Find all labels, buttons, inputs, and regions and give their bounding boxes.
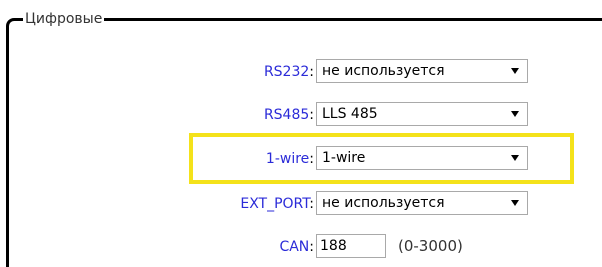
field-row-rs485: RS485: LLS 485 [0, 102, 602, 128]
rs232-label-colon: : [309, 64, 314, 80]
field-row-ext-port: EXT_PORT: не используется [0, 191, 602, 217]
can-label-colon: : [309, 239, 314, 255]
rs485-label: RS485: [264, 106, 314, 124]
chevron-down-icon [511, 68, 519, 74]
can-input-value: 188 [320, 238, 347, 254]
ext-port-select-value: не используется [322, 195, 445, 211]
chevron-down-icon [511, 200, 519, 206]
can-input[interactable]: 188 [316, 234, 386, 258]
rs485-select[interactable]: LLS 485 [316, 102, 528, 126]
rs232-select[interactable]: не используется [316, 59, 528, 83]
rs485-label-colon: : [309, 107, 314, 123]
ext-port-label-text: EXT_PORT [240, 196, 310, 212]
chevron-down-icon [511, 111, 519, 117]
rs232-label-text: RS232 [263, 64, 310, 80]
ext-port-label: EXT_PORT: [240, 195, 314, 213]
rs232-select-value: не используется [322, 63, 445, 79]
highlight-box [189, 133, 574, 184]
can-range-hint: (0-3000) [398, 237, 463, 255]
digital-settings-panel: Цифровые RS232: не используется RS485: L… [0, 0, 602, 267]
rs232-label: RS232: [264, 63, 314, 81]
rs485-select-value: LLS 485 [322, 106, 378, 122]
can-label-text: CAN [279, 239, 310, 255]
field-row-rs232: RS232: не используется [0, 59, 602, 85]
ext-port-select[interactable]: не используется [316, 191, 528, 215]
can-label: CAN: [279, 238, 314, 256]
fieldset-legend: Цифровые [23, 10, 105, 28]
ext-port-label-colon: : [309, 196, 314, 212]
field-row-can: CAN: 188 (0-3000) [0, 234, 602, 260]
rs485-label-text: RS485 [263, 107, 310, 123]
